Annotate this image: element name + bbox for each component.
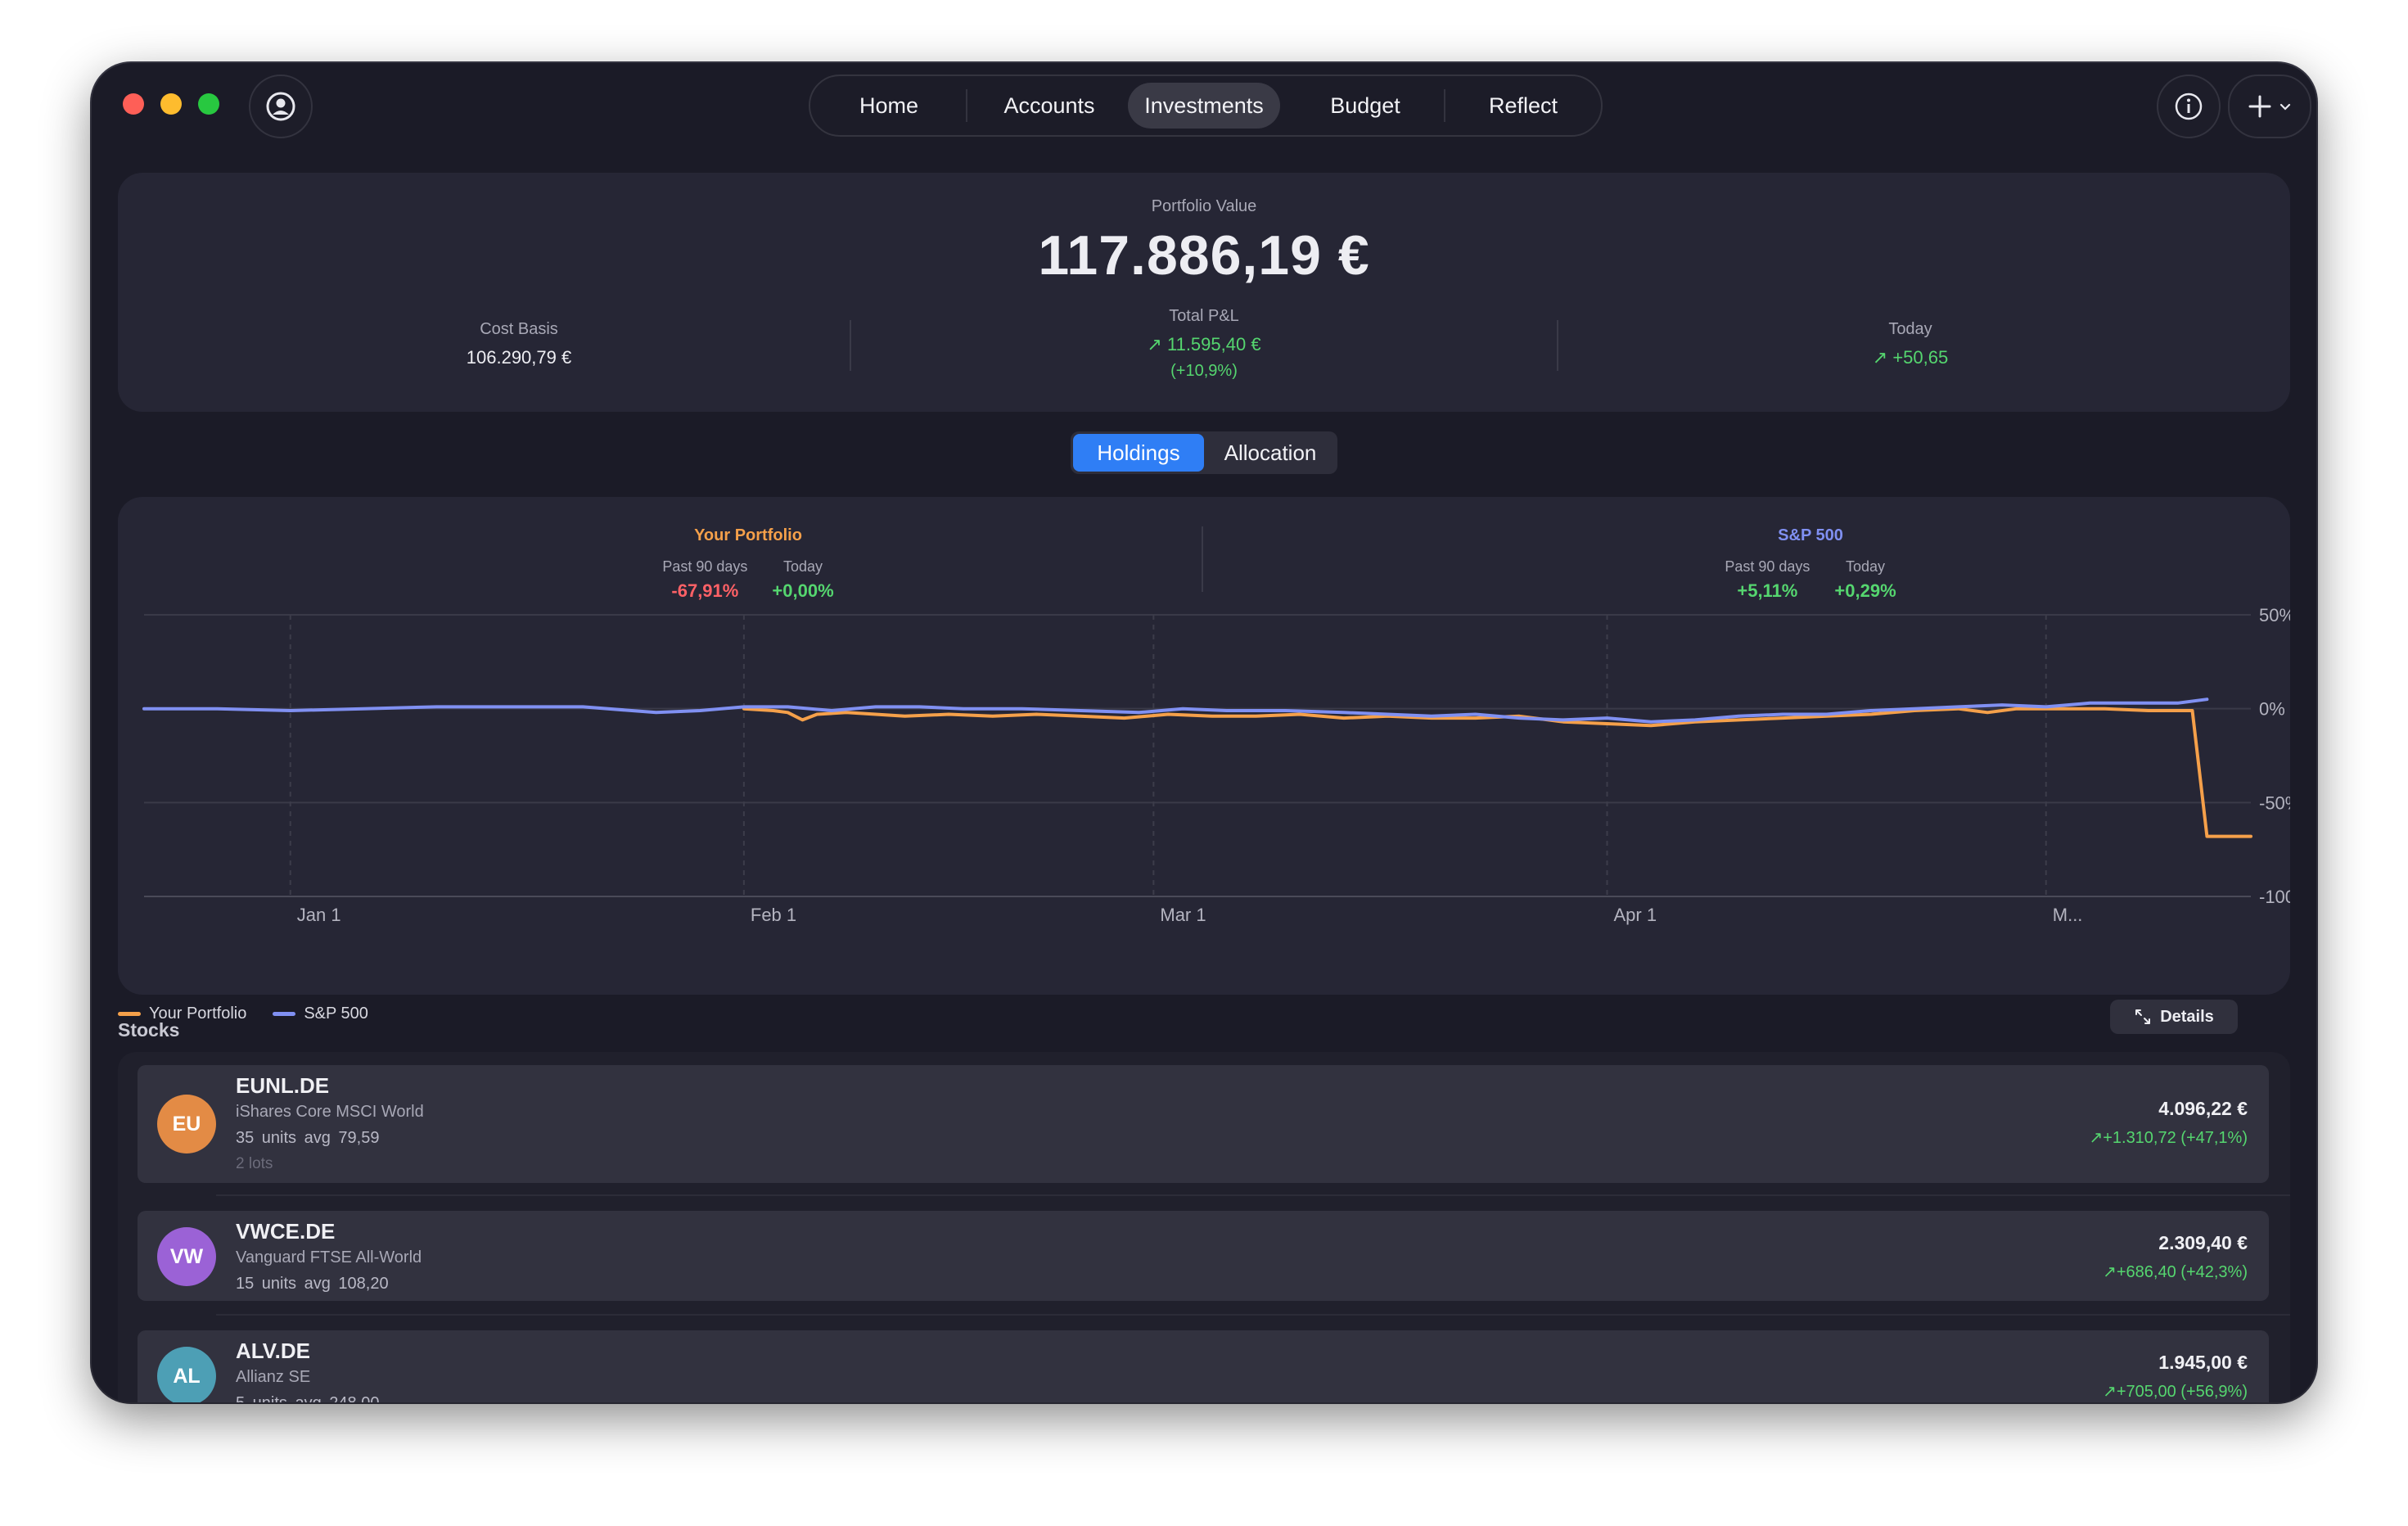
total-pl-label: Total P&L (1169, 307, 1239, 325)
portfolio-value-label: Portfolio Value (1151, 197, 1257, 215)
performance-line-chart[interactable]: 50% 0% -50% -100% Jan 1 Feb 1 Mar 1 Apr 1 M... (118, 497, 2290, 995)
total-pl-value: 11.595,40 € (1166, 334, 1261, 354)
stock-gain: +1.310,72 (+47,1%) (2103, 1129, 2248, 1147)
x-tick-label: Mar 1 (1160, 905, 1206, 925)
today-value-row: ↗ +50,65 (1706, 347, 2115, 368)
stock-symbol: EUNL.DE (236, 1073, 330, 1098)
cost-basis-value: 106.290,79 € (466, 347, 572, 368)
cost-basis-label: Cost Basis (480, 320, 558, 338)
nav-divider (1444, 89, 1445, 122)
chart-details-button[interactable]: Details (2110, 1000, 2238, 1034)
stock-value: 2.309,40 € (2158, 1232, 2248, 1253)
app-window: Home Accounts Investments Budget Reflect… (92, 63, 2316, 1402)
x-tick-label: Jan 1 (297, 905, 341, 925)
window-zoom-button[interactable] (198, 93, 219, 115)
portfolio-summary-card: Portfolio Value 117.886,19 € Cost Basis … (118, 173, 2290, 412)
nav-home[interactable]: Home (823, 83, 954, 129)
legend-swatch-sp500 (273, 1012, 296, 1016)
series-line-portfolio (742, 707, 2252, 838)
nav-reflect[interactable]: Reflect (1454, 83, 1593, 129)
y-tick-label: 50% (2259, 605, 2290, 625)
y-tick-label: -50% (2259, 792, 2290, 813)
stock-value: 4.096,22 € (2158, 1098, 2248, 1119)
stock-units: 5 units avg 248,00 (236, 1394, 379, 1402)
stock-row[interactable]: EU EUNL.DE iShares Core MSCI World 35 un… (138, 1065, 2269, 1183)
person-circle-icon (266, 92, 295, 121)
stock-symbol: ALV.DE (236, 1339, 311, 1363)
row-divider (216, 1194, 2290, 1196)
plus-icon (2248, 95, 2271, 118)
details-label: Details (2160, 1007, 2214, 1026)
y-tick-label: -100% (2259, 887, 2290, 907)
stock-value: 1.945,00 € (2158, 1352, 2248, 1373)
portfolio-value: 117.886,19 € (1038, 224, 1370, 287)
profile-button[interactable] (249, 74, 313, 138)
arrow-up-right-icon: ↗ (2103, 1383, 2117, 1401)
stock-gain: +705,00 (+56,9%) (2116, 1383, 2248, 1401)
stock-name: Vanguard FTSE All-World (236, 1248, 422, 1266)
stock-gain-row: ↗+686,40 (+42,3%) (2103, 1262, 2248, 1282)
nav-accounts[interactable]: Accounts (976, 83, 1123, 129)
arrow-up-right-icon: ↗ (1147, 334, 1162, 354)
series-line-sp500 (142, 698, 2209, 724)
stocks-list: EU EUNL.DE iShares Core MSCI World 35 un… (118, 1052, 2290, 1402)
stock-lots: 2 lots (236, 1155, 273, 1172)
stock-row[interactable]: VW VWCE.DE Vanguard FTSE All-World 15 un… (138, 1211, 2269, 1301)
arrow-up-right-icon: ↗ (2103, 1263, 2117, 1281)
legend-sp500-label: S&P 500 (304, 1005, 368, 1023)
x-tick-label: Apr 1 (1614, 905, 1657, 925)
nav-divider (966, 89, 967, 122)
cost-basis-stat: Cost Basis 106.290,79 € (314, 320, 724, 368)
window-close-button[interactable] (123, 93, 144, 115)
today-stat: Today ↗ +50,65 (1706, 320, 2115, 368)
arrow-up-right-icon: ↗ (2089, 1129, 2104, 1147)
view-segmented-control: Holdings Allocation (1071, 431, 1337, 474)
today-label: Today (1888, 320, 1932, 338)
stock-units: 35 units avg 79,59 (236, 1129, 380, 1147)
today-value: +50,65 (1892, 347, 1949, 368)
add-menu-button[interactable] (2228, 74, 2311, 138)
x-tick-label: Feb 1 (751, 905, 796, 925)
stat-divider (850, 320, 851, 371)
stock-gain-row: ↗+1.310,72 (+47,1%) (2089, 1127, 2248, 1148)
info-circle-icon (2175, 93, 2203, 120)
total-pl-value-row: ↗ 11.595,40 € (999, 334, 1409, 355)
stock-symbol: VWCE.DE (236, 1219, 336, 1244)
tab-allocation[interactable]: Allocation (1206, 434, 1334, 472)
stocks-section-title: Stocks (118, 1019, 180, 1041)
legend-sp500: S&P 500 (273, 1005, 368, 1023)
stock-name: iShares Core MSCI World (236, 1103, 424, 1121)
stock-name: Allianz SE (236, 1368, 311, 1386)
legend-swatch-portfolio (118, 1012, 141, 1016)
stock-row[interactable]: AL ALV.DE Allianz SE 5 units avg 248,00 … (138, 1330, 2269, 1402)
chevron-down-icon (2279, 103, 2291, 111)
stat-divider (1557, 320, 1558, 371)
arrow-up-right-icon: ↗ (1872, 347, 1888, 368)
nav-investments[interactable]: Investments (1128, 83, 1280, 129)
stock-units: 15 units avg 108,20 (236, 1275, 389, 1293)
expand-arrows-icon (2135, 1009, 2151, 1024)
tab-holdings[interactable]: Holdings (1073, 434, 1204, 472)
nav-budget[interactable]: Budget (1290, 83, 1441, 129)
x-tick-label: M... (2053, 905, 2083, 925)
total-pl-percent: (+10,9%) (1170, 362, 1238, 380)
stock-avatar: AL (157, 1347, 216, 1402)
y-tick-label: 0% (2259, 699, 2285, 720)
info-button[interactable] (2157, 74, 2221, 138)
row-divider (216, 1314, 2290, 1316)
stock-avatar: EU (157, 1095, 216, 1154)
stock-avatar: VW (157, 1227, 216, 1286)
stock-gain-row: ↗+705,00 (+56,9%) (2103, 1381, 2248, 1402)
stock-gain: +686,40 (+42,3%) (2116, 1263, 2248, 1281)
total-pl-stat: Total P&L ↗ 11.595,40 € (+10,9%) (999, 307, 1409, 381)
performance-chart-card: Your Portfolio Past 90 days -67,91% Toda… (118, 497, 2290, 995)
main-nav: Home Accounts Investments Budget Reflect (809, 74, 1603, 137)
window-minimize-button[interactable] (160, 93, 182, 115)
